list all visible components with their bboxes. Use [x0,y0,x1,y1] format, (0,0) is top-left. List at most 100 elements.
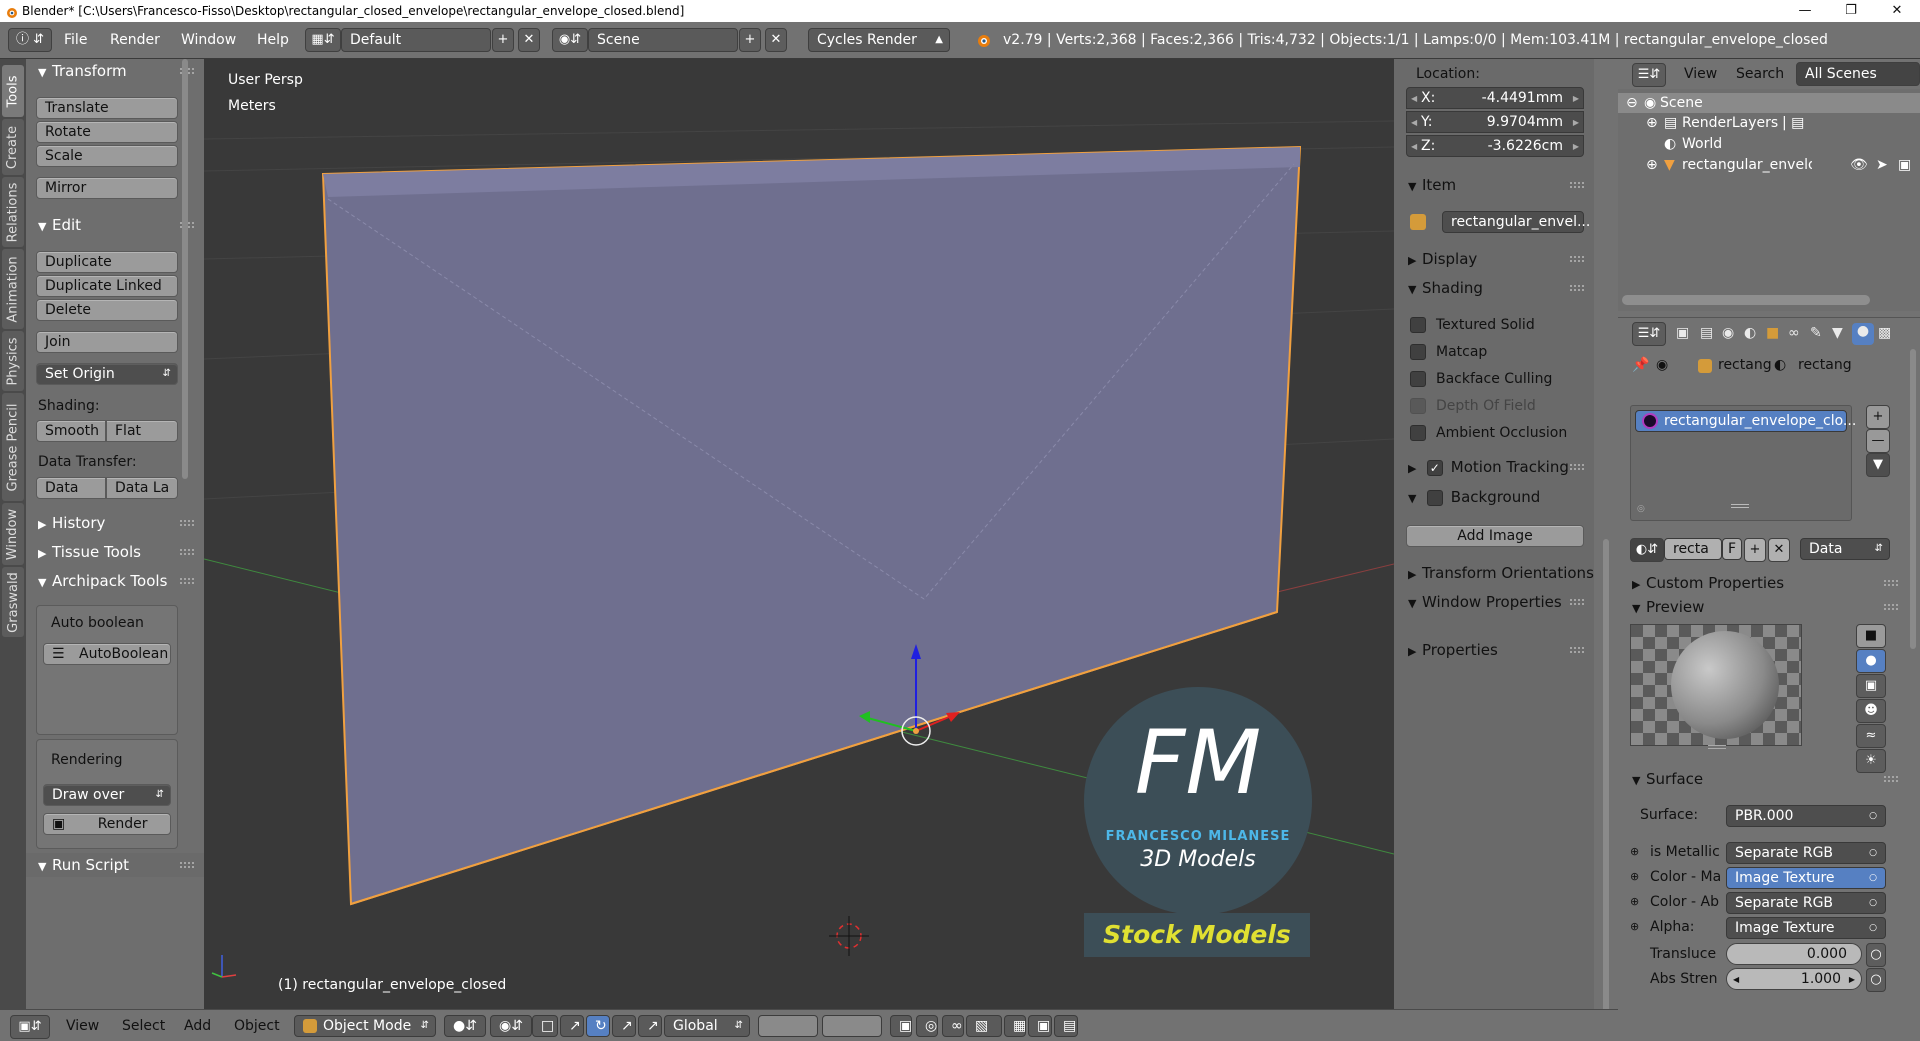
snap-element-icon[interactable]: ▧ [966,1015,1002,1037]
material-slot-item[interactable]: rectangular_envelope_clo... [1635,410,1856,432]
screen-layout-icon[interactable]: ▦⇵ [305,28,341,52]
material-tab-icon[interactable]: ● [1852,323,1874,345]
outliner-menu-view[interactable]: View [1684,66,1717,82]
render-layer-toggle-icon[interactable]: | ▤ [1782,113,1804,133]
decrement-arrow-icon[interactable]: ◀ [1733,970,1739,990]
panel-display-header[interactable]: ▶ Display [1394,247,1594,271]
panel-archipack-header[interactable]: ▼ Archipack Tools [26,569,204,593]
drag-grip-icon[interactable] [1884,776,1898,782]
render-tab-icon[interactable]: ▣ [1676,325,1689,341]
add-scene-icon[interactable]: + [739,28,761,52]
expand-input-icon[interactable]: ⊕ [1630,895,1639,908]
tab-graswald[interactable]: Graswald [2,567,24,637]
expand-input-icon[interactable]: ⊕ [1630,870,1639,883]
snap-toggle-icon[interactable]: ∞ [942,1015,964,1037]
3d-cursor-icon[interactable] [829,916,869,956]
panel-motion-tracking-header[interactable]: ▶ ✓ Motion Tracking [1394,455,1594,479]
background-images-checkbox[interactable] [1426,489,1443,506]
scale-button[interactable]: Scale [36,145,178,167]
input-is-metallic-select[interactable]: Separate RGB ○ [1726,842,1886,864]
panel-custom-properties-header[interactable]: ▶ Custom Properties [1618,571,1908,595]
outliner-row-renderlayers[interactable]: ⊕ ▤ RenderLayers | ▤ [1618,113,1920,133]
menu-window[interactable]: Window [181,32,236,48]
drag-grip-icon[interactable] [180,578,194,584]
lock-layers-icon[interactable]: ▣ [890,1015,912,1037]
selectable-cursor-icon[interactable]: ➤ [1876,155,1888,175]
drag-grip-icon[interactable] [1884,580,1898,586]
input-color-ma-select[interactable]: Image Texture ○ [1726,867,1886,889]
panel-item-header[interactable]: ▼ Item [1394,173,1594,197]
maximize-icon[interactable]: ❐ [1828,0,1874,22]
panel-run-script-header[interactable]: ▼ Run Script [26,853,204,877]
drag-grip-icon[interactable] [1570,647,1584,653]
proportional-edit-icon[interactable]: ◎ [916,1015,938,1037]
preview-flat-icon[interactable]: ■ [1856,624,1886,648]
tool-shelf-scrollbar[interactable] [182,59,188,479]
add-image-button[interactable]: Add Image [1406,525,1584,547]
mirror-button[interactable]: Mirror [36,177,178,199]
outliner-menu-search[interactable]: Search [1736,66,1784,82]
translucence-slider[interactable]: 0.000 [1726,943,1862,965]
collapse-icon[interactable]: ⊖ [1626,93,1638,113]
location-z-field[interactable]: ◀ Z: -3.6226cm ▶ [1406,135,1584,157]
menu-add[interactable]: Add [184,1018,211,1034]
menu-help[interactable]: Help [257,32,289,48]
panel-transform-orientations-header[interactable]: ▶ Transform Orientations [1394,561,1594,585]
properties-editor-icon[interactable]: ☰⇵ [1632,322,1666,346]
mode-select[interactable]: Object Mode ⇵ [294,1015,436,1037]
draw-over-select[interactable]: Draw over ⇵ [43,784,171,806]
menu-select[interactable]: Select [122,1018,165,1034]
translate-button[interactable]: Translate [36,97,178,119]
drag-grip-icon[interactable] [180,549,194,555]
set-origin-select[interactable]: Set Origin ⇵ [36,363,178,385]
preview-monkey-icon[interactable]: ☻ [1856,699,1886,723]
location-x-field[interactable]: ◀ X: -4.4491mm ▶ [1406,87,1584,109]
preview-resize-grip-icon[interactable] [1708,745,1726,749]
tab-tools[interactable]: Tools [2,65,24,117]
outliner-row-world[interactable]: ◐ World [1618,134,1920,154]
material-specials-icon[interactable]: ▼ [1866,453,1890,477]
data-layout-button[interactable]: Data La [106,477,178,499]
tab-grease-pencil[interactable]: Grease Pencil [2,393,24,501]
properties-region-scrollbar[interactable] [1603,539,1609,1041]
menu-view[interactable]: View [66,1018,99,1034]
screen-layout-field[interactable]: Default [341,28,491,52]
tab-window[interactable]: Window [2,503,24,565]
autoboolean-button[interactable]: ☰ AutoBoolean [43,643,171,665]
texture-tab-icon[interactable]: ▩ [1878,325,1891,341]
outliner-h-scrollbar[interactable] [1622,295,1870,305]
translate-manipulator-icon[interactable]: ↗ [560,1015,584,1037]
motion-tracking-checkbox[interactable]: ✓ [1426,459,1443,476]
object-name-field[interactable]: rectangular_envel... [1442,211,1590,233]
menu-file[interactable]: File [64,32,87,48]
drag-grip-icon[interactable] [1570,285,1584,291]
rotate-button[interactable]: Rotate [36,121,178,143]
manipulator-toggle-icon[interactable]: □ [532,1015,558,1037]
object-tab-icon[interactable]: ■ [1766,325,1779,341]
world-tab-icon[interactable]: ◐ [1744,325,1756,341]
orientation-manipulator-icon[interactable]: ↗ [638,1015,662,1037]
preview-hair-icon[interactable]: ≈ [1856,724,1886,748]
scene-field[interactable]: Scene [588,28,738,52]
panel-surface-header[interactable]: ▼ Surface [1618,767,1908,791]
input-color-ab-select[interactable]: Separate RGB ○ [1726,892,1886,914]
material-link-select[interactable]: Data ⇵ [1800,538,1890,560]
pivot-point-select[interactable]: ◉⇵ [490,1015,532,1037]
material-browse-icon[interactable]: ◐⇵ [1630,538,1664,562]
modifiers-tab-icon[interactable]: ✎ [1810,325,1822,341]
transform-orientation-select[interactable]: Global ⇵ [664,1015,750,1037]
matcap-checkbox[interactable] [1410,344,1426,360]
panel-shading-header[interactable]: ▼ Shading [1394,276,1594,300]
fake-user-button[interactable]: F [1722,538,1742,560]
panel-preview-header[interactable]: ▼ Preview [1618,595,1908,619]
smooth-button[interactable]: Smooth [36,420,106,442]
panel-properties-header[interactable]: ▶ Properties [1394,638,1594,662]
tab-relations[interactable]: Relations [2,177,24,247]
drag-grip-icon[interactable] [1570,599,1584,605]
abs-strength-slider[interactable]: ◀ 1.000 ▶ [1726,968,1862,990]
outliner-row-scene[interactable]: ⊖ ◉ Scene [1618,93,1920,113]
menu-render[interactable]: Render [110,32,160,48]
properties-scrollbar[interactable] [1910,349,1916,649]
drag-grip-icon[interactable] [1884,604,1898,610]
surface-shader-select[interactable]: PBR.000 ○ [1726,805,1886,827]
